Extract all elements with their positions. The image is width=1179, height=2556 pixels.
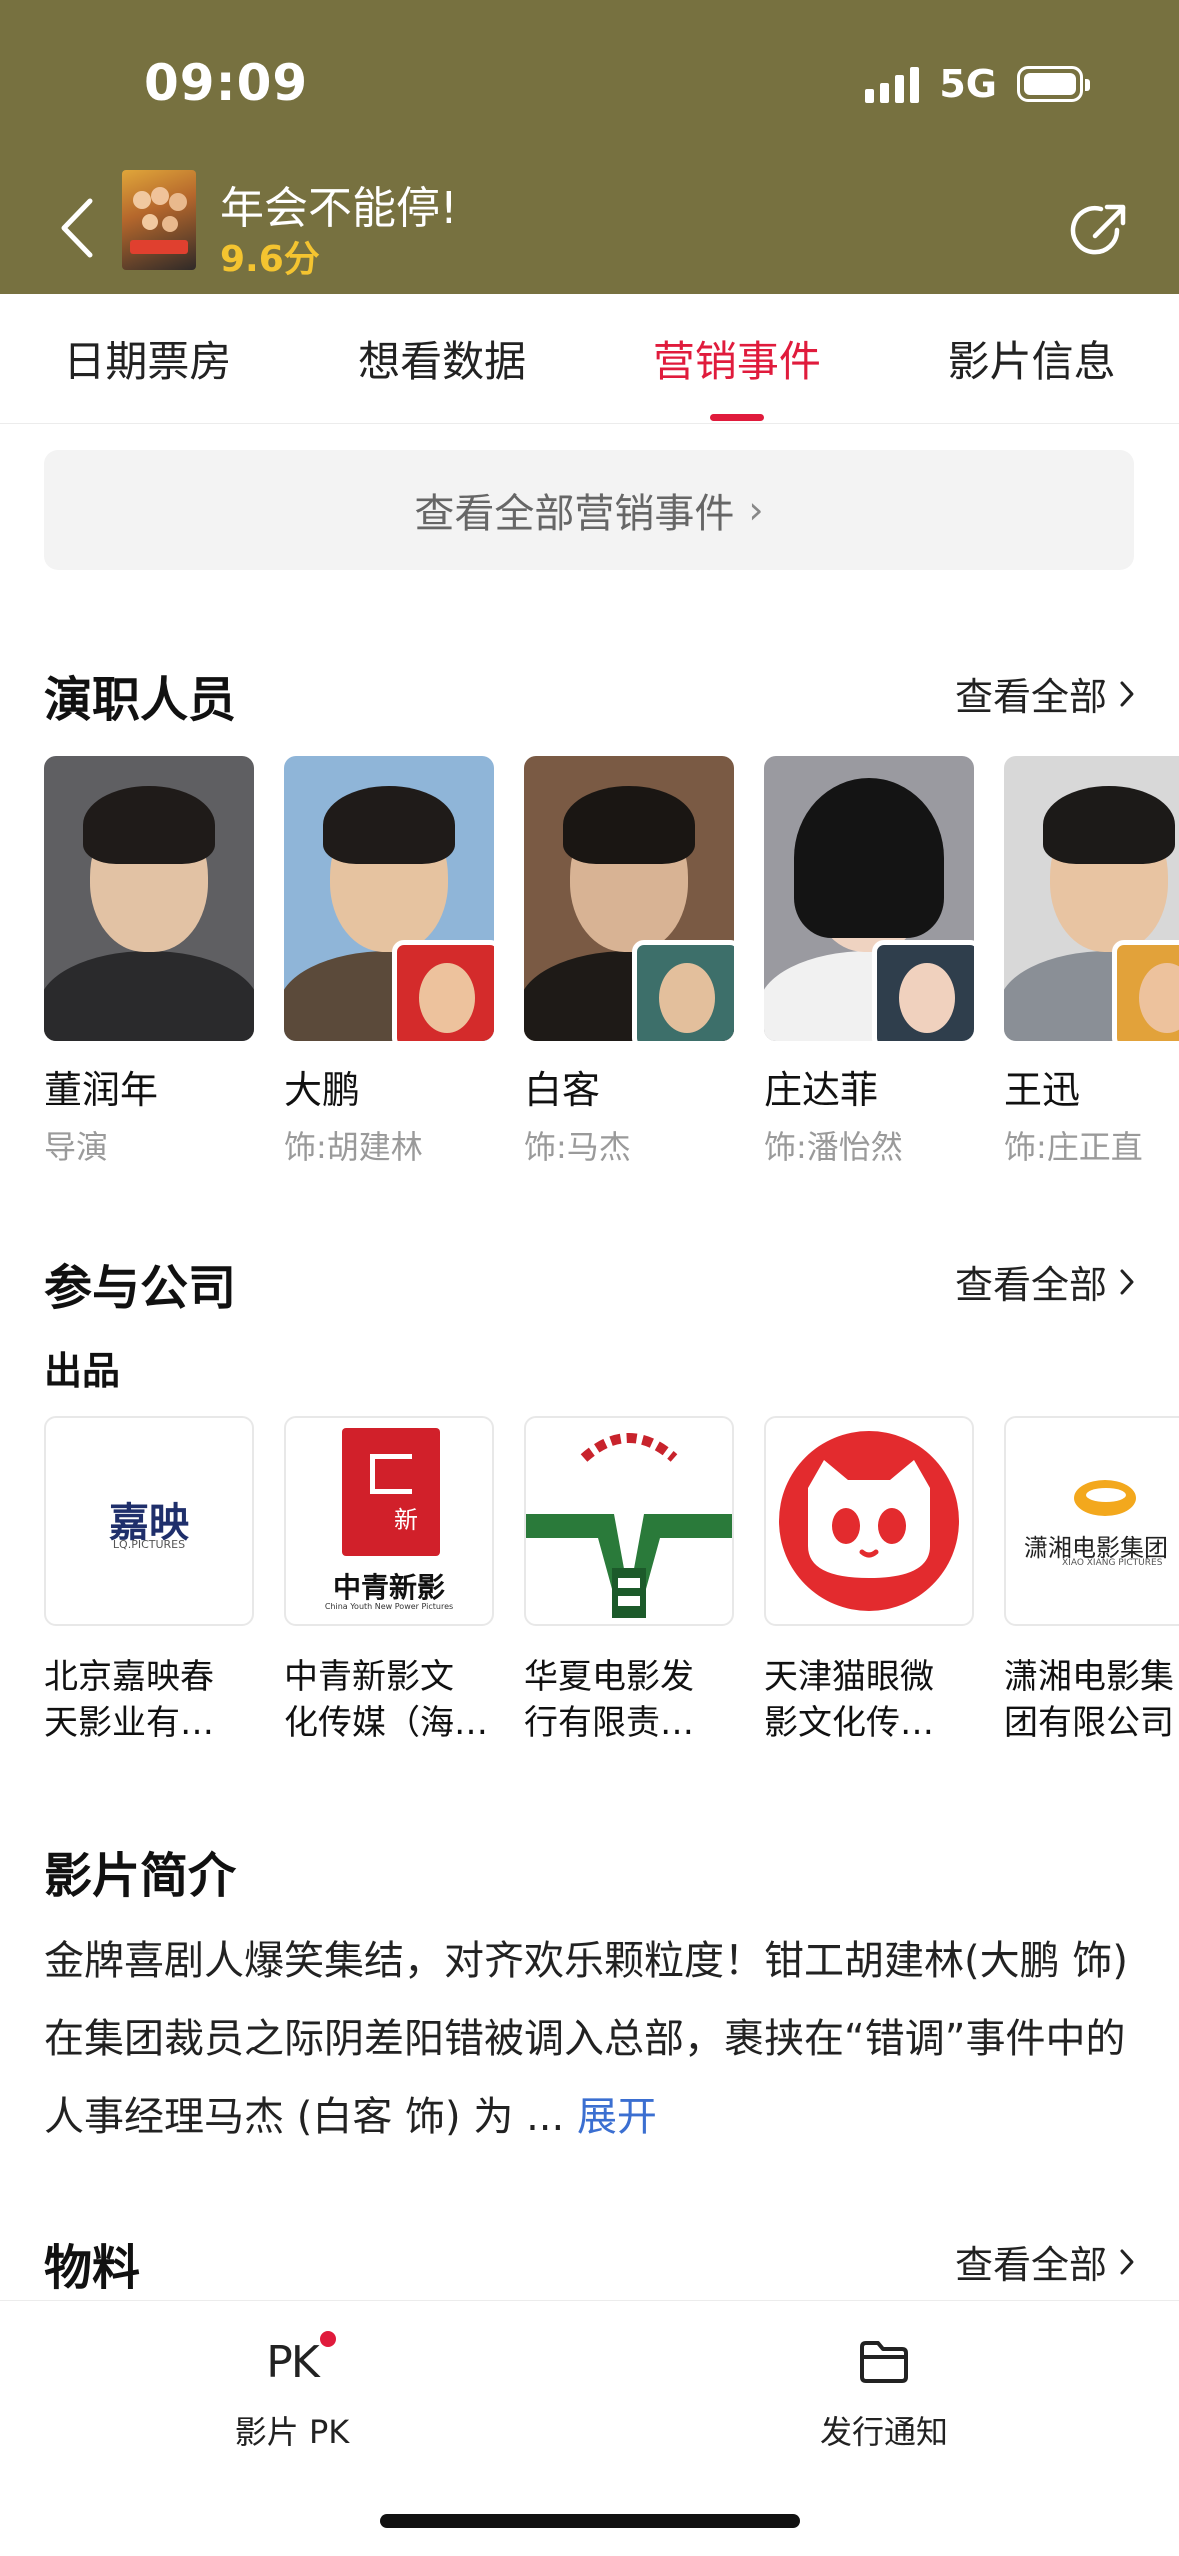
tab-want-to-see[interactable]: 想看数据	[295, 294, 590, 423]
company-logo-text: 中青新影	[332, 1571, 445, 1604]
movie-header: 09:09 5G 年会不能停! 9.6分	[0, 0, 1179, 294]
cast-name: 白客	[524, 1068, 601, 1112]
cast-card[interactable]: 王迅 饰:庄正直	[1004, 756, 1179, 1168]
company-section-title: 参与公司	[44, 1260, 237, 1316]
share-icon	[1070, 204, 1126, 255]
view-all-marketing-button[interactable]: 查看全部营销事件 ›	[44, 450, 1134, 570]
materials-see-all-button[interactable]: 查看全部	[955, 2234, 1135, 2289]
cast-photo	[44, 756, 254, 1041]
tab-date-boxoffice[interactable]: 日期票房	[0, 294, 295, 423]
company-see-all-button[interactable]: 查看全部	[955, 1254, 1135, 1309]
film-pk-label: 影片 PK	[234, 2413, 350, 2451]
view-all-marketing-label: 查看全部营销事件	[414, 491, 735, 537]
chevron-right-icon	[1120, 2249, 1134, 2274]
company-logo	[524, 1416, 734, 1626]
company-card[interactable]: 嘉映 LQ.PICTURES 北京嘉映春 天影业有…	[44, 1416, 254, 1746]
tab-bar: 日期票房 想看数据 营销事件 影片信息	[0, 294, 1179, 424]
movie-poster[interactable]	[122, 170, 196, 270]
company-logo: 新 中青新影 China Youth New Power Pictures	[284, 1416, 494, 1626]
movie-score: 9.6分	[220, 239, 320, 280]
cast-name: 大鹏	[284, 1068, 361, 1112]
expand-link[interactable]: 展开	[577, 2094, 657, 2140]
company-logo-sub: XIAO XIANG PICTURES	[1062, 1558, 1163, 1568]
release-notice-label: 发行通知	[819, 2413, 948, 2451]
tab-film-info[interactable]: 影片信息	[884, 294, 1179, 423]
see-all-label: 查看全部	[954, 1263, 1107, 1307]
company-card[interactable]: 潇湘电影集团 XIAO XIANG PICTURES 潇湘电影集 团有限公司	[1004, 1416, 1179, 1746]
company-logo: 潇湘电影集团 XIAO XIANG PICTURES	[1004, 1416, 1179, 1626]
role-still	[872, 940, 974, 1041]
back-button[interactable]	[48, 188, 104, 268]
cast-list: 董润年 导演 大鹏 饰:胡建林 白客 饰:马杰 庄达菲 饰:潘怡然 王迅 饰:庄…	[44, 756, 1179, 1176]
cast-card[interactable]: 庄达菲 饰:潘怡然	[764, 756, 974, 1168]
company-list: 嘉映 LQ.PICTURES 北京嘉映春 天影业有… 新 中青新影 China …	[44, 1416, 1179, 1746]
pk-icon: PK	[172, 2327, 412, 2397]
company-logo: 嘉映 LQ.PICTURES	[44, 1416, 254, 1626]
role-still	[392, 940, 494, 1041]
cast-role: 饰:潘怡然	[764, 1128, 903, 1166]
cast-card[interactable]: 董润年 导演	[44, 756, 254, 1168]
production-subtitle: 出品	[44, 1349, 121, 1393]
status-time: 09:09	[144, 54, 309, 112]
chevron-left-icon	[61, 198, 93, 258]
company-logo-sub: China Youth New Power Pictures	[324, 1602, 454, 1611]
cast-role: 饰:胡建林	[284, 1128, 423, 1166]
share-button[interactable]	[1065, 196, 1135, 266]
company-logo-sub: LQ.PICTURES	[112, 1538, 186, 1551]
company-card[interactable]: 华夏电影发 行有限责…	[524, 1416, 734, 1746]
cast-see-all-button[interactable]: 查看全部	[955, 666, 1135, 721]
cast-role: 导演	[44, 1128, 109, 1166]
role-still	[1112, 940, 1179, 1041]
chevron-right-icon	[1120, 1269, 1134, 1294]
notification-dot	[320, 2331, 336, 2347]
battery-icon	[1017, 66, 1090, 102]
release-notice-button[interactable]: 发行通知	[764, 2327, 1004, 2453]
role-still	[632, 940, 734, 1041]
film-pk-button[interactable]: PK 影片 PK	[172, 2327, 412, 2453]
folder-icon	[764, 2327, 1004, 2397]
company-name: 天津猫眼微 影文化传…	[764, 1657, 934, 1743]
synopsis-title: 影片简介	[44, 1848, 237, 1904]
cast-photo	[1004, 756, 1179, 1041]
cast-card[interactable]: 大鹏 饰:胡建林	[284, 756, 494, 1168]
company-name: 华夏电影发 行有限责…	[524, 1657, 694, 1743]
cast-card[interactable]: 白客 饰:马杰	[524, 756, 734, 1168]
cast-name: 董润年	[44, 1068, 159, 1112]
chevron-right-icon: ›	[748, 488, 764, 532]
company-logo	[764, 1416, 974, 1626]
see-all-label: 查看全部	[954, 2243, 1107, 2287]
network-label: 5G	[939, 62, 997, 106]
cast-photo	[284, 756, 494, 1041]
chevron-right-icon	[1120, 681, 1134, 706]
cast-role: 饰:马杰	[524, 1128, 631, 1166]
company-name: 中青新影文 化传媒（海…	[284, 1657, 488, 1743]
cast-name: 王迅	[1004, 1068, 1081, 1112]
tab-marketing[interactable]: 营销事件	[590, 294, 885, 423]
movie-title: 年会不能停!	[220, 183, 458, 234]
signal-icon	[865, 65, 920, 103]
home-indicator	[380, 2514, 800, 2528]
company-card[interactable]: 天津猫眼微 影文化传…	[764, 1416, 974, 1746]
see-all-label: 查看全部	[954, 675, 1107, 719]
company-card[interactable]: 新 中青新影 China Youth New Power Pictures 中青…	[284, 1416, 494, 1746]
cast-role: 饰:庄正直	[1004, 1128, 1143, 1166]
company-name: 北京嘉映春 天影业有…	[44, 1657, 214, 1743]
materials-title: 物料	[44, 2240, 141, 2296]
cast-name: 庄达菲	[764, 1068, 879, 1112]
synopsis-text: 金牌喜剧人爆笑集结，对齐欢乐颗粒度！钳工胡建林(大鹏 饰)在集团裁员之际阴差阳错…	[44, 1922, 1144, 2156]
cast-photo	[764, 756, 974, 1041]
cast-section-title: 演职人员	[44, 672, 237, 728]
company-name: 潇湘电影集 团有限公司	[1004, 1657, 1174, 1743]
cast-photo	[524, 756, 734, 1041]
status-icons: 5G	[865, 62, 1090, 106]
